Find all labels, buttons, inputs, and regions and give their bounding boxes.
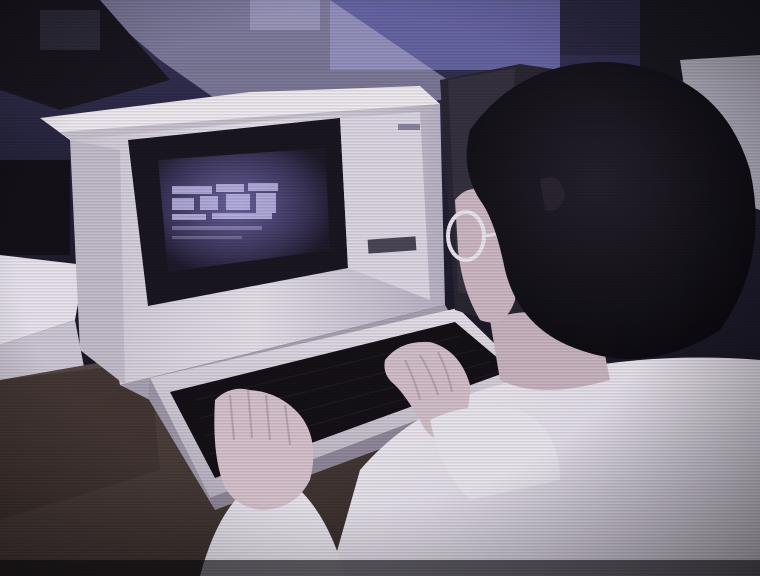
photo-scene [0,0,760,576]
photograph [0,0,760,576]
